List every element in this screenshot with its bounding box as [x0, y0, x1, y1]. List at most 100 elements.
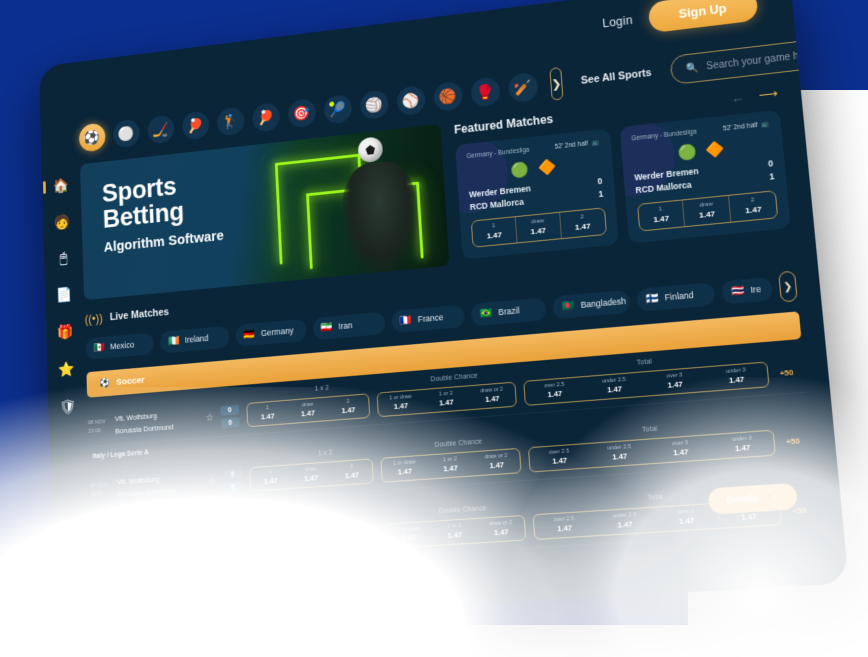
sport-icon-boxing[interactable]: 🥊 [470, 76, 501, 108]
sport-icon-volleyball[interactable]: 🏐 [359, 89, 390, 121]
odd-cell[interactable]: draw or 2 1.47 [473, 449, 521, 475]
country-chip-france[interactable]: 🇫🇷 France [390, 303, 466, 333]
odd-cell[interactable]: 1 or 2 1.47 [423, 386, 470, 412]
star-outline-icon[interactable]: ☆ [198, 412, 221, 424]
country-chip-mexico[interactable]: 🇲🇽 Mexico [85, 331, 154, 360]
odd-cell[interactable]: 1 1.47 [250, 465, 291, 490]
arrow-right-icon[interactable]: ⟶ [758, 86, 779, 104]
odd-cell[interactable]: over 2.5 1.47 [529, 444, 590, 472]
countries-next-button[interactable]: ❯ [778, 270, 798, 303]
sport-icon-darts[interactable]: 🎯 [287, 97, 317, 129]
odd-cell[interactable]: over 2.5 1.47 [524, 377, 585, 405]
home-team-logo: 🟢 [510, 161, 530, 180]
search-bar[interactable]: 🔍 [669, 34, 849, 86]
away-team-score: 1 [598, 188, 604, 199]
sidebar-item-results[interactable]: 📄 [56, 286, 73, 303]
country-chip-brazil[interactable]: 🇧🇷 Brazil [470, 296, 548, 326]
odd-cell[interactable]: over 3 1.47 [654, 504, 718, 532]
sport-icon-table-tennis[interactable]: 🏓 [251, 102, 281, 133]
flag-icon: 🇩🇪 [243, 328, 256, 341]
home-score: 0 [223, 468, 243, 480]
odd-cell[interactable]: draw 1.47 [290, 462, 332, 488]
match-league: Germany - Bundesliga [630, 128, 697, 143]
featured-match-card[interactable]: Germany - Bundesliga 52' 2nd half 📺 🟢 🔶 Werde… [455, 128, 619, 260]
odd-cell[interactable]: 1 or draw 1.47 [385, 522, 432, 548]
arrow-left-icon[interactable]: ← [730, 90, 745, 107]
betslip-button[interactable]: Betslip 🎫 [708, 482, 799, 515]
sidebar-item-home[interactable]: 🏠 [53, 177, 70, 194]
odd-cell[interactable]: 1 1.47 [247, 401, 288, 426]
odd-cell[interactable]: under 2.5 1.47 [589, 440, 651, 468]
sport-icon-cricket[interactable]: 🏏 [507, 71, 539, 104]
country-chip-finland[interactable]: 🇫🇮 Finland [635, 281, 716, 312]
match-time: 52' 2nd half 📺 [554, 140, 600, 151]
sport-icon-golf[interactable]: 🏌 [216, 106, 245, 137]
more-markets-link[interactable]: +50 [774, 435, 811, 447]
odd-cell[interactable]: 2 1.47 [560, 208, 606, 238]
odd-cell[interactable]: under 31.47 [710, 431, 774, 459]
sport-icon-table-football[interactable]: 🏓 [181, 110, 210, 141]
odd-cell[interactable]: 1 1.47 [253, 531, 294, 556]
sidebar-item-profile[interactable]: 🧑 [54, 213, 71, 231]
odd-cell[interactable]: under 31.47 [704, 363, 768, 391]
signup-button[interactable]: Sign Up [647, 0, 759, 34]
odd-cell[interactable]: draw 1.47 [683, 195, 732, 227]
odd-cell[interactable]: 2 1.47 [729, 191, 777, 221]
sidebar-item-live-chat[interactable]: 🖱 [59, 250, 67, 266]
country-chip-ire[interactable]: 🇹🇭 Ire [720, 276, 774, 305]
sport-icon-ice-hockey[interactable]: 🏒 [147, 114, 175, 145]
away-score: 0 [223, 481, 243, 493]
flag-icon: 🇲🇽 [93, 341, 105, 354]
odd-cell[interactable]: draw or 2 1.47 [477, 516, 525, 542]
odd-cell[interactable]: 1 1.47 [471, 217, 518, 247]
odd-cell[interactable]: 2 1.47 [327, 394, 369, 420]
sports-next-button[interactable]: ❯ [549, 66, 564, 101]
odd-cell[interactable]: over 2.5 1.47 [534, 512, 596, 539]
odd-value: 1.47 [401, 532, 417, 543]
country-chip-germany[interactable]: 🇩🇪 Germany [235, 318, 307, 347]
odd-cell[interactable]: 1 or 2 1.47 [431, 519, 479, 545]
odd-cell[interactable]: 1 or draw 1.47 [381, 456, 428, 482]
sport-icon-basketball[interactable]: 🏀 [432, 80, 464, 113]
odd-cell[interactable]: 1 or draw 1.47 [378, 390, 424, 416]
odd-cell[interactable]: draw 1.47 [287, 398, 328, 424]
search-input[interactable] [705, 45, 844, 72]
odd-cell[interactable]: over 3 1.47 [649, 435, 712, 463]
home-score: 0 [225, 533, 245, 545]
odd-cell[interactable]: draw 1.47 [293, 528, 335, 554]
odd-cell[interactable]: 1 1.47 [637, 200, 686, 231]
sidebar-item-promotions[interactable]: 🎁 [57, 323, 74, 341]
match-scores: 00 [220, 404, 240, 429]
odd-cell[interactable]: 1 or 2 1.47 [427, 452, 474, 478]
match-odds: 1 1.47 draw 1.47 2 1.47 [470, 207, 607, 248]
featured-match-card[interactable]: Germany - Bundesliga 52' 2nd half 📺 🟢 🔶 Werde… [619, 109, 791, 244]
odd-cell[interactable]: draw 1.47 [515, 212, 562, 243]
sport-icon-tennis[interactable]: 🎾 [323, 93, 353, 125]
star-outline-icon[interactable]: ☆ [201, 476, 224, 488]
odd-cell[interactable]: draw or 2 1.47 [468, 383, 516, 410]
see-all-sports-link[interactable]: See All Sports [581, 67, 652, 87]
sidebar-item-favourites[interactable]: ⭐ [58, 360, 75, 378]
search-icon: 🔍 [685, 62, 699, 75]
odd-value: 1.47 [341, 405, 356, 416]
sidebar-item-security[interactable]: 🛡 [59, 398, 76, 416]
betslip-label: Betslip [725, 492, 761, 507]
odd-cell[interactable]: 2 1.47 [331, 459, 373, 485]
login-link[interactable]: Login [602, 13, 634, 30]
more-markets-link[interactable]: +50 [768, 367, 805, 379]
away-score: 0 [226, 546, 246, 558]
star-outline-icon[interactable]: ☆ [204, 541, 227, 553]
odd-value: 1.47 [397, 466, 413, 477]
odd-cell[interactable]: over 3 1.47 [644, 367, 707, 395]
sport-icon-baseball[interactable]: ⚾ [396, 84, 427, 117]
away-team-name: RCD Mallorca [469, 196, 525, 212]
country-chip-bangladesh[interactable]: 🇧🇩 Bangladesh [552, 289, 631, 319]
odd-cell[interactable]: 2 1.47 [334, 525, 376, 551]
sport-icon-soccer[interactable]: ⚽ [78, 122, 106, 153]
odd-cell[interactable]: under 2.5 1.47 [594, 508, 657, 536]
country-chip-ireland[interactable]: 🇮🇪 Ireland [159, 325, 230, 354]
odd-value: 1.47 [303, 473, 319, 484]
sport-icon-golf-ball[interactable]: ⚪ [112, 118, 141, 149]
odd-cell[interactable]: under 2.5 1.47 [583, 372, 645, 400]
country-chip-iran[interactable]: 🇮🇷 Iran [312, 311, 386, 340]
